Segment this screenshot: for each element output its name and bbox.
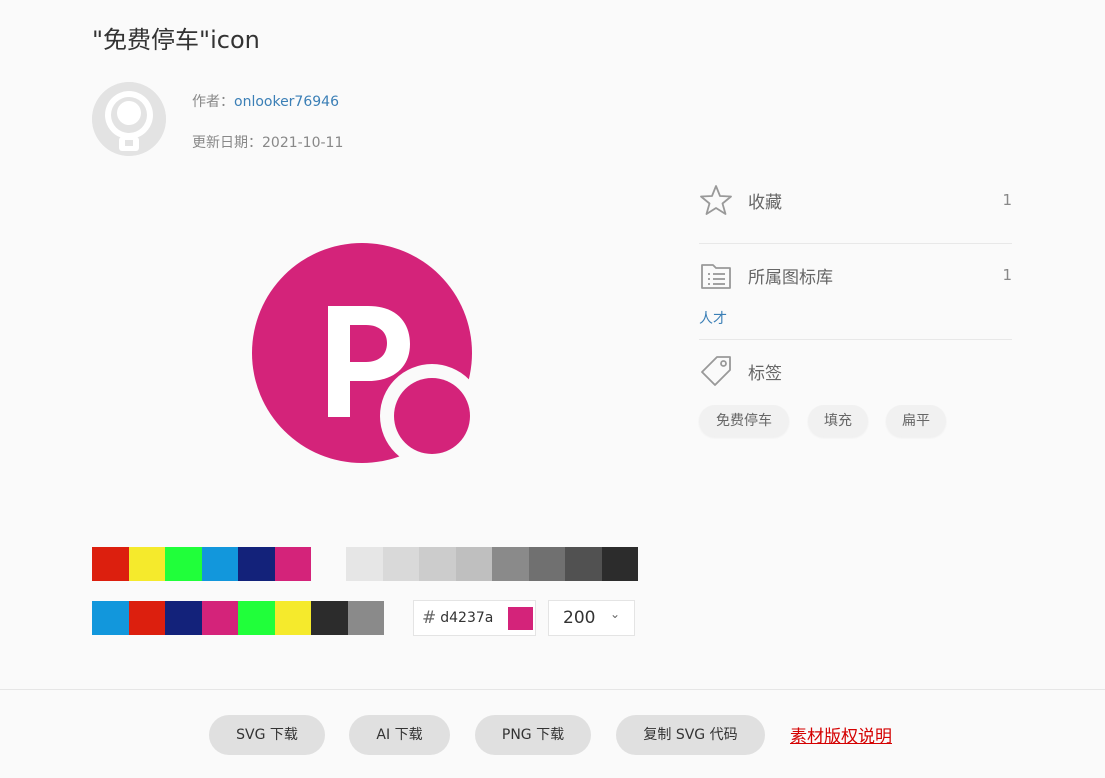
author-line: 作者：onlooker76946 — [192, 91, 339, 111]
tag-chip[interactable]: 填充 — [808, 405, 868, 437]
color-swatch[interactable] — [382, 547, 419, 581]
star-icon — [700, 185, 732, 215]
library-count: 1 — [1002, 266, 1012, 284]
color-swatch[interactable] — [311, 601, 348, 635]
favorite-label: 收藏 — [748, 192, 782, 213]
current-color-swatch[interactable] — [508, 606, 534, 630]
tag-chip[interactable]: 扁平 — [886, 405, 946, 437]
updated-line: 更新日期：2021-10-11 — [192, 132, 343, 152]
color-swatch[interactable] — [274, 601, 311, 635]
color-swatch[interactable] — [92, 547, 129, 581]
png-download-button[interactable]: PNG 下载 — [475, 715, 591, 755]
divider — [699, 339, 1012, 340]
palette-recent — [92, 601, 384, 635]
color-swatch[interactable] — [274, 547, 311, 581]
svg-download-button[interactable]: SVG 下载 — [209, 715, 325, 755]
color-swatch[interactable] — [201, 547, 238, 581]
color-swatch[interactable] — [238, 547, 275, 581]
color-swatch[interactable] — [601, 547, 638, 581]
color-swatch[interactable] — [201, 601, 238, 635]
tag-icon — [701, 356, 731, 386]
color-swatch[interactable] — [165, 601, 202, 635]
color-swatch[interactable] — [92, 601, 129, 635]
size-select[interactable]: 200 ⌄ — [548, 600, 635, 636]
color-swatch[interactable] — [347, 601, 384, 635]
updated-date: 2021-10-11 — [262, 135, 344, 151]
favorite-row[interactable]: 收藏 1 — [699, 180, 1012, 220]
color-swatch[interactable] — [238, 601, 275, 635]
page-title: "免费停车"icon — [92, 26, 260, 54]
author-link[interactable]: onlooker76946 — [234, 94, 339, 110]
library-row: 所属图标库 1 — [699, 255, 1012, 295]
library-link[interactable]: 人才 — [699, 308, 727, 328]
palette-grays — [346, 547, 638, 581]
footer-divider — [0, 689, 1105, 690]
color-swatch[interactable] — [455, 547, 492, 581]
parking-icon — [252, 243, 484, 468]
author-label: 作者： — [192, 94, 234, 110]
size-value: 200 — [563, 608, 596, 628]
copy-svg-button[interactable]: 复制 SVG 代码 — [616, 715, 765, 755]
color-swatch[interactable] — [492, 547, 529, 581]
divider — [699, 243, 1012, 244]
color-swatch[interactable] — [346, 547, 383, 581]
tags-row: 标签 — [699, 351, 1012, 391]
hex-value[interactable]: d4237a — [440, 610, 500, 626]
icon-preview — [252, 243, 484, 468]
color-swatch[interactable] — [565, 547, 602, 581]
tag-chip[interactable]: 免费停车 — [699, 405, 789, 437]
chevron-down-icon: ⌄ — [609, 607, 620, 621]
updated-label: 更新日期： — [192, 135, 262, 151]
hash-icon: # — [422, 608, 437, 628]
astronaut-avatar-icon — [92, 82, 166, 156]
color-swatch[interactable] — [128, 547, 165, 581]
favorite-count: 1 — [1002, 191, 1012, 209]
palette-vivid — [92, 547, 311, 581]
hex-color-input[interactable]: # d4237a — [413, 600, 536, 636]
color-swatch[interactable] — [419, 547, 456, 581]
copyright-link[interactable]: 素材版权说明 — [790, 722, 892, 747]
ai-download-button[interactable]: AI 下载 — [349, 715, 450, 755]
color-swatch[interactable] — [165, 547, 202, 581]
avatar[interactable] — [92, 82, 166, 156]
library-label: 所属图标库 — [748, 267, 833, 288]
color-swatch[interactable] — [128, 601, 165, 635]
folder-list-icon — [701, 264, 731, 289]
tags-label: 标签 — [748, 363, 782, 384]
color-swatch[interactable] — [528, 547, 565, 581]
